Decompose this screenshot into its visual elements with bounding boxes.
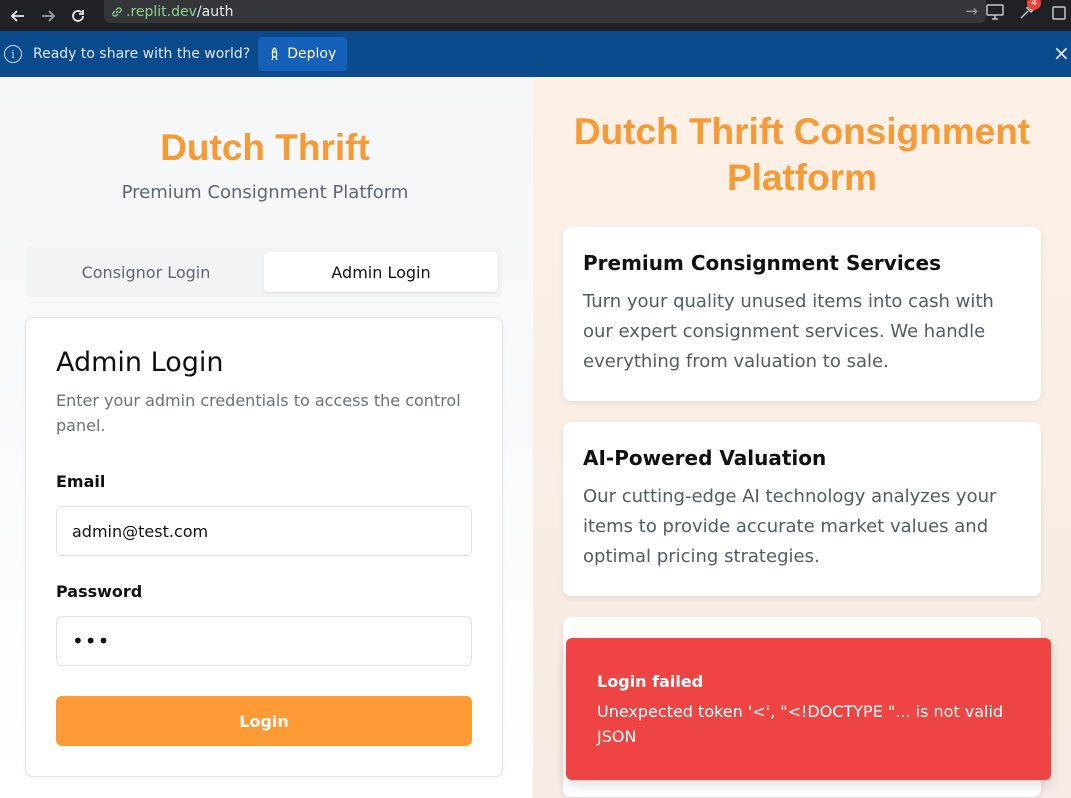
card-description: Enter your admin credentials to access t… [56, 391, 461, 435]
go-arrow-icon[interactable]: → [965, 2, 978, 20]
browser-actions: 4 [985, 0, 1071, 23]
monitor-icon[interactable] [985, 2, 1005, 22]
back-arrow-icon[interactable] [6, 4, 30, 28]
link-icon [112, 6, 122, 17]
toast-title: Login failed [597, 672, 704, 691]
forward-arrow-icon[interactable] [36, 4, 60, 28]
toast-message: Unexpected token '<', "<!DOCTYPE "... is… [597, 702, 1004, 746]
auth-panel: Dutch Thrift Premium Consignment Platfor… [0, 77, 533, 798]
tab-admin-login[interactable]: Admin Login [264, 252, 498, 292]
external-window-icon[interactable] [1049, 2, 1069, 22]
feature-title: Premium Consignment Services [583, 251, 942, 275]
feature-text: Our cutting-edge AI technology analyzes … [583, 486, 997, 567]
deploy-label: Deploy [287, 46, 337, 62]
close-icon[interactable]: × [1053, 43, 1071, 63]
login-tabs: Consignor Login Admin Login [25, 247, 502, 297]
feature-card: Premium Consignment Services Turn your q… [563, 227, 1041, 401]
brand-title: Dutch Thrift [160, 127, 370, 168]
email-label: Email [56, 472, 106, 491]
deploy-banner: i Ready to share with the world? Deploy … [0, 31, 1071, 77]
rocket-icon [271, 47, 278, 61]
address-bar[interactable]: .replit.dev/auth → [104, 0, 986, 23]
password-field[interactable]: ••• [56, 616, 472, 666]
feature-title: AI-Powered Valuation [583, 446, 827, 470]
tab-consignor-login[interactable]: Consignor Login [29, 252, 263, 292]
wrench-icon[interactable]: 4 [1017, 0, 1041, 22]
url-path: /auth [196, 3, 234, 20]
card-title: Admin Login [56, 347, 224, 378]
email-field[interactable]: admin@test.com [56, 506, 472, 556]
platform-title: Dutch Thrift Consignment Platform [573, 111, 1031, 198]
browser-toolbar: .replit.dev/auth → 4 [0, 0, 1071, 31]
brand-subtitle: Premium Consignment Platform [121, 182, 409, 203]
feature-card: AI-Powered Valuation Our cutting-edge AI… [563, 422, 1041, 596]
notification-badge: 4 [1027, 0, 1041, 10]
login-button[interactable]: Login [56, 696, 472, 746]
url-host: .replit.dev [126, 3, 197, 20]
deploy-button[interactable]: Deploy [258, 37, 348, 71]
password-label: Password [56, 582, 143, 601]
reload-icon[interactable] [66, 4, 90, 28]
feature-text: Turn your quality unused items into cash… [583, 291, 994, 372]
error-toast[interactable]: Login failed Unexpected token '<', "<!DO… [566, 638, 1051, 780]
banner-text: Ready to share with the world? [33, 46, 251, 62]
admin-login-card: Admin Login Enter your admin credentials… [25, 317, 503, 777]
info-icon: i [4, 45, 22, 63]
